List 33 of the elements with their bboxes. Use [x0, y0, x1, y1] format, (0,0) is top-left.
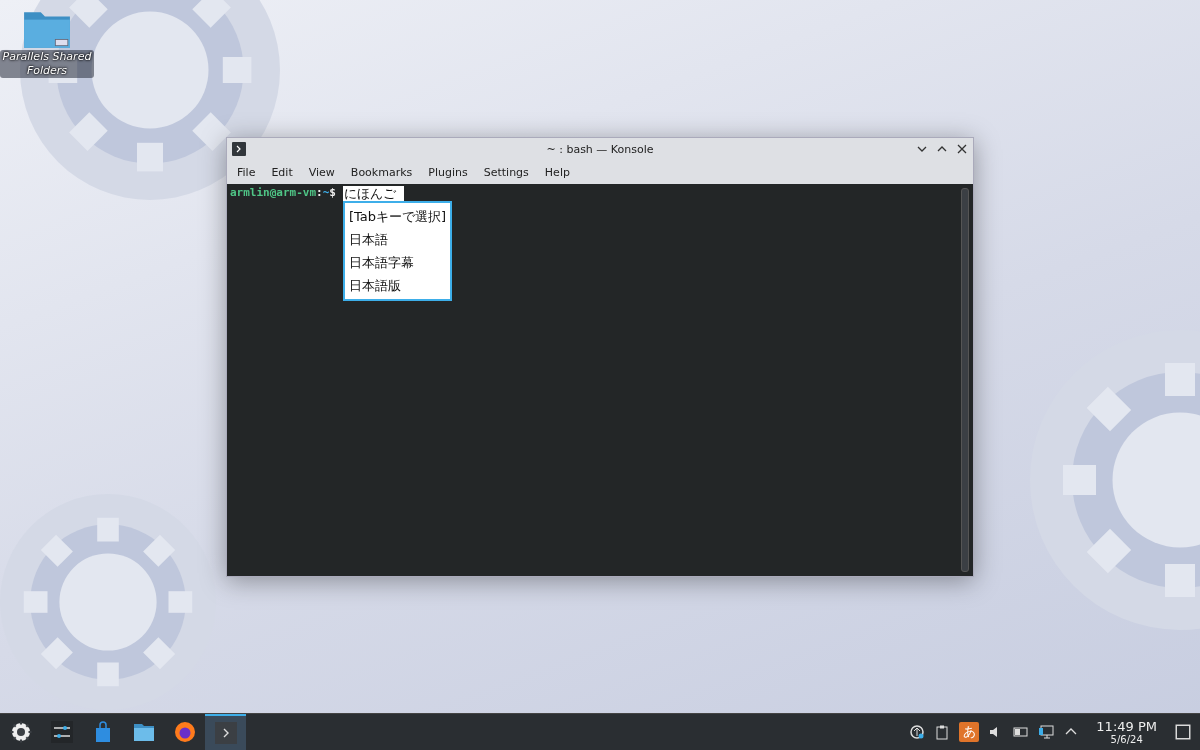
terminal-icon: [213, 721, 238, 745]
update-icon[interactable]: [909, 724, 926, 740]
menu-item[interactable]: Bookmarks: [342, 165, 421, 179]
menu-item[interactable]: Help: [536, 165, 578, 179]
monitor-icon[interactable]: [1038, 724, 1055, 740]
browser-icon: [172, 720, 197, 744]
candidate-item[interactable]: 日本語版: [344, 274, 451, 297]
menu-item[interactable]: Plugins: [420, 165, 476, 179]
menu-item[interactable]: View: [300, 165, 343, 179]
gear-icon: [8, 720, 33, 744]
active-task-button[interactable]: [205, 714, 246, 750]
menu-item[interactable]: File: [229, 165, 264, 179]
battery-icon[interactable]: [1013, 724, 1030, 740]
clock-date[interactable]: 5/6/24: [1110, 733, 1143, 746]
preedit-text: にほんご: [342, 186, 404, 201]
candidate-item[interactable]: 日本語字幕: [344, 251, 451, 274]
show-desktop-icon[interactable]: [1174, 723, 1192, 741]
prompt-user: armlin@arm-vm: [230, 186, 317, 200]
prompt-separator: :: [316, 186, 323, 200]
scrollbar[interactable]: [961, 188, 969, 572]
prompt-path: ~: [322, 186, 330, 200]
close-icon[interactable]: [956, 143, 968, 155]
prompt-symbol: $: [329, 186, 336, 200]
clock-time[interactable]: 11:49 PM: [1096, 718, 1157, 734]
candidate-item[interactable]: [Tabキーで選択]: [344, 205, 451, 228]
sliders-icon: [49, 720, 74, 744]
window-title: ~ : bash — Konsole: [546, 142, 654, 156]
terminal-icon: [232, 142, 246, 156]
menu-item[interactable]: Settings: [475, 165, 537, 179]
folder-label: Parallels Shared Folders: [0, 50, 94, 78]
menu-item[interactable]: Edit: [263, 165, 301, 179]
candidate-item[interactable]: 日本語: [344, 228, 451, 251]
clipboard-icon[interactable]: [934, 724, 951, 740]
